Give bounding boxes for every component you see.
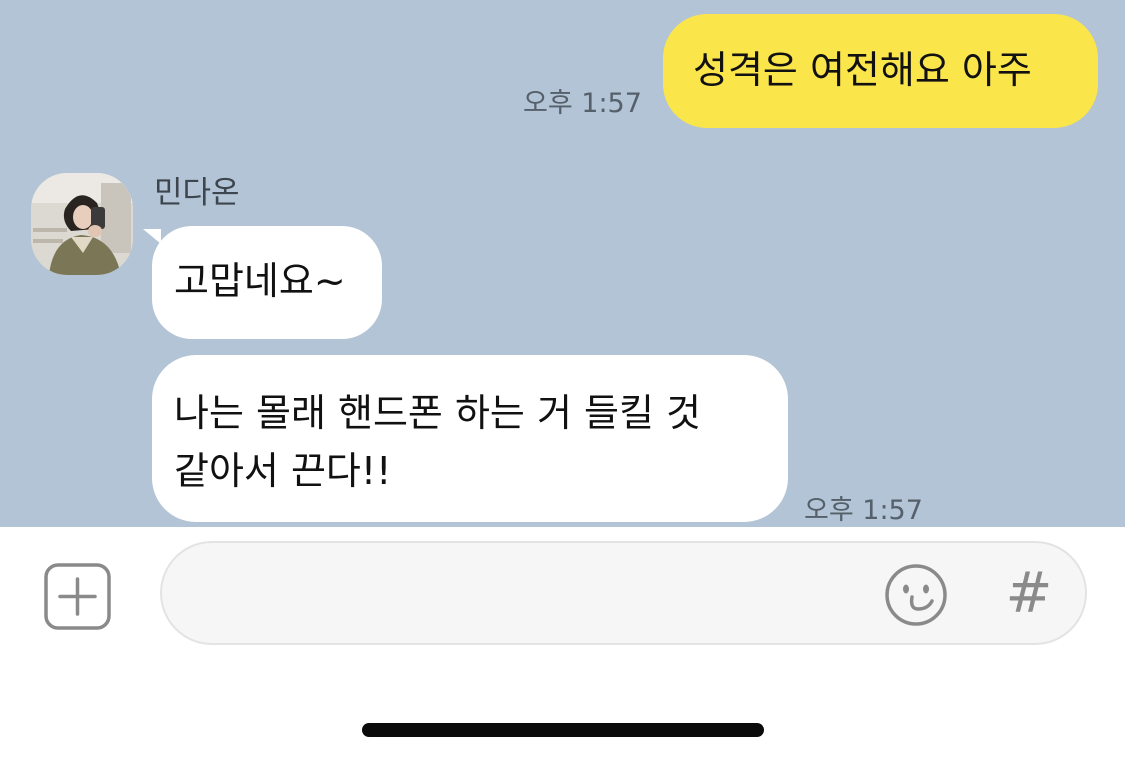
message-input[interactable]: # — [160, 541, 1087, 645]
smiley-icon — [885, 564, 947, 626]
chat-area[interactable]: 오후 1:57 성격은 여전해요 아주 민다온 고맙네요~ 나는 몰래 핸드폰 … — [0, 0, 1125, 527]
received-message-bubble[interactable]: 나는 몰래 핸드폰 하는 거 들킬 것 같아서 끈다!! — [152, 355, 788, 522]
message-timestamp: 오후 1:57 — [523, 88, 642, 119]
home-indicator[interactable] — [362, 723, 764, 737]
hashtag-button[interactable]: # — [1004, 561, 1054, 627]
message-text: 성격은 여전해요 아주 — [693, 48, 1032, 92]
received-message-bubble[interactable]: 고맙네요~ — [152, 226, 382, 339]
message-timestamp: 오후 1:57 — [804, 495, 923, 526]
profile-photo — [31, 173, 133, 275]
attach-button[interactable] — [44, 563, 111, 630]
message-text-line: 같아서 끈다!! — [174, 449, 392, 493]
message-text: 고맙네요~ — [174, 259, 346, 303]
sent-message-bubble[interactable]: 성격은 여전해요 아주 — [663, 14, 1098, 128]
message-text-line: 나는 몰래 핸드폰 하는 거 들킬 것 — [174, 391, 701, 435]
bubble-tail — [143, 229, 161, 244]
plus-square-icon — [44, 563, 111, 630]
avatar[interactable] — [31, 173, 133, 275]
input-bar: # — [0, 527, 1125, 762]
sender-name: 민다온 — [154, 175, 240, 211]
emoji-button[interactable] — [884, 563, 948, 627]
